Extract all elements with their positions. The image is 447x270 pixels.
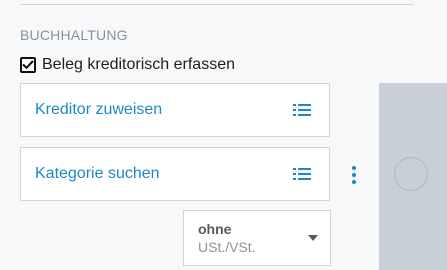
tax-select-value-line2: USt./VSt. <box>198 239 256 255</box>
creditor-checkbox-label[interactable]: Beleg kreditorisch erfassen <box>42 56 235 74</box>
chevron-down-icon <box>308 235 318 241</box>
preview-circle-button[interactable] <box>394 157 428 191</box>
creditor-checkbox-row[interactable]: Beleg kreditorisch erfassen <box>20 56 235 74</box>
more-vertical-icon[interactable] <box>346 165 362 185</box>
list-icon[interactable] <box>293 167 311 181</box>
section-title: BUCHHALTUNG <box>20 27 128 43</box>
tax-select-value-line1: ohne <box>198 221 232 237</box>
category-search-label: Kategorie suchen <box>35 165 160 182</box>
tax-select[interactable]: ohne USt./VSt. <box>183 210 331 266</box>
category-search-field[interactable]: Kategorie suchen <box>20 147 330 201</box>
accounting-section: BUCHHALTUNG Beleg kreditorisch erfassen … <box>0 0 447 270</box>
assign-creditor-field[interactable]: Kreditor zuweisen <box>20 83 330 137</box>
list-icon[interactable] <box>293 103 311 117</box>
creditor-checkbox[interactable] <box>20 57 36 73</box>
checkmark-icon <box>22 60 34 70</box>
assign-creditor-label: Kreditor zuweisen <box>35 101 163 118</box>
document-preview-panel <box>379 83 447 270</box>
top-divider <box>20 4 413 5</box>
